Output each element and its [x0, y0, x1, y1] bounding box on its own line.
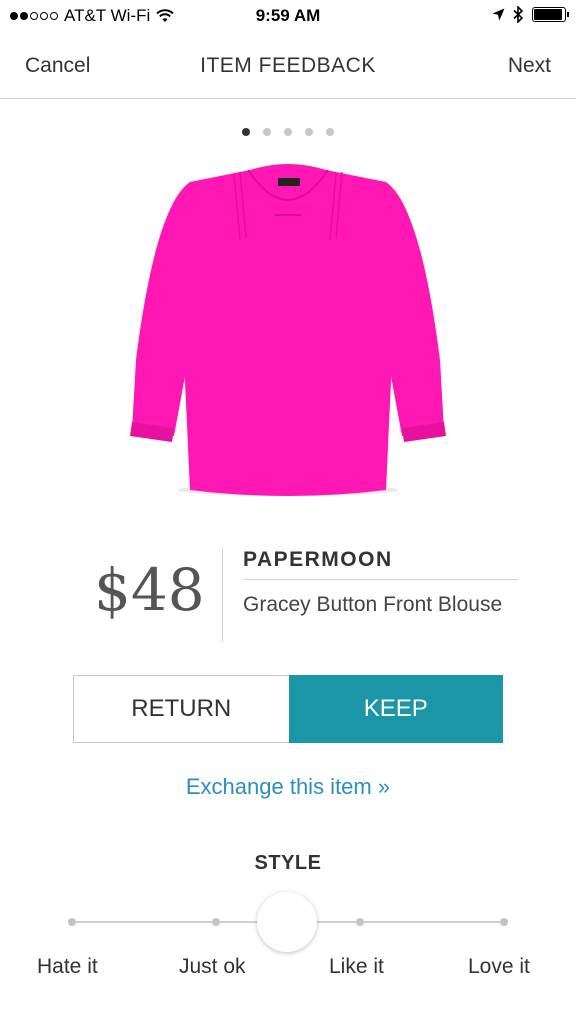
product-image: [130, 164, 446, 496]
navigation-bar: Cancel ITEM FEEDBACK Next: [0, 34, 576, 99]
pager-dot[interactable]: [263, 128, 271, 136]
battery-icon: [532, 7, 569, 22]
rating-label-love[interactable]: Love it: [468, 955, 530, 979]
page-indicator[interactable]: [0, 128, 576, 136]
pager-dot[interactable]: [305, 128, 313, 136]
style-rating-title: STYLE: [254, 852, 322, 874]
brand-name: PAPERMOON: [243, 548, 393, 571]
keep-return-toggle: RETURN KEEP: [73, 675, 503, 743]
location-arrow-icon: [492, 8, 505, 21]
status-bar: AT&T Wi-Fi 9:59 AM: [0, 0, 576, 34]
page-title: ITEM FEEDBACK: [200, 54, 376, 77]
slider-tick: [212, 918, 220, 926]
pager-dot[interactable]: [326, 128, 334, 136]
next-button[interactable]: Next: [508, 54, 551, 78]
rating-label-hate[interactable]: Hate it: [37, 955, 98, 979]
status-icons: [492, 6, 569, 23]
pager-dot[interactable]: [242, 128, 250, 136]
pager-dot[interactable]: [284, 128, 292, 136]
rating-label-just-ok[interactable]: Just ok: [179, 955, 246, 979]
slider-tick: [500, 918, 508, 926]
divider: [222, 548, 223, 642]
clock: 9:59 AM: [255, 6, 321, 25]
keep-button[interactable]: KEEP: [288, 675, 503, 743]
item-name: Gracey Button Front Blouse: [243, 593, 503, 616]
return-button[interactable]: RETURN: [73, 675, 289, 743]
exchange-link[interactable]: Exchange this item »: [0, 774, 576, 800]
slider-tick: [356, 918, 364, 926]
bluetooth-icon: [513, 6, 524, 23]
slider-tick: [68, 918, 76, 926]
slider-thumb[interactable]: [257, 892, 317, 952]
divider: [243, 579, 518, 580]
rating-label-like[interactable]: Like it: [329, 955, 384, 979]
price: $48: [94, 556, 205, 624]
